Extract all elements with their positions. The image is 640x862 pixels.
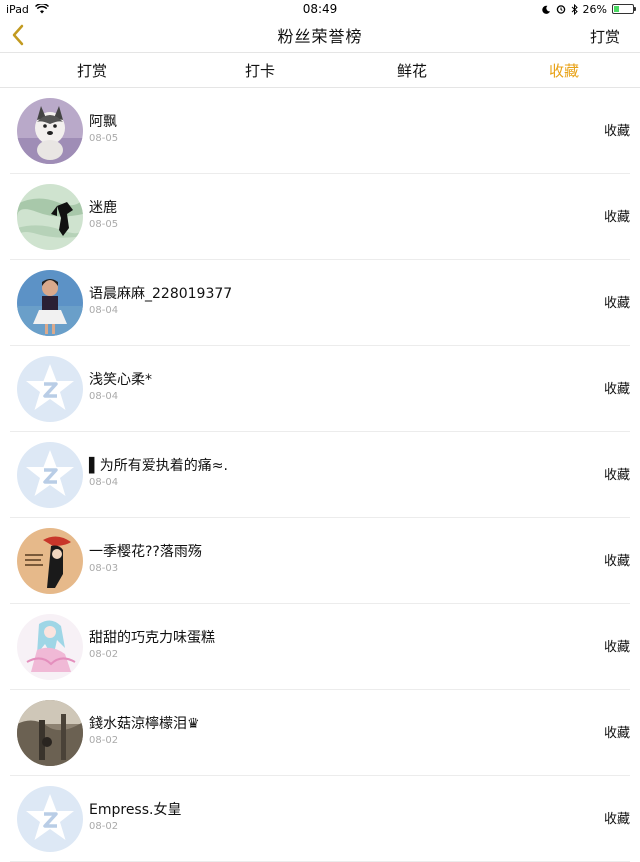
favorite-label: 收藏 xyxy=(603,296,630,311)
item-info: 浅笑心柔* 08-04 xyxy=(89,372,152,402)
list-item[interactable]: 迷鹿 08-05 收藏 xyxy=(10,174,630,260)
list-item[interactable]: 甜甜的巧克力味蛋糕 08-02 收藏 xyxy=(10,604,630,690)
avatar[interactable] xyxy=(17,183,83,250)
item-date: 08-05 xyxy=(89,219,119,230)
user-name: 阿飘 xyxy=(89,114,117,130)
item-info: Empress.女皇 08-02 xyxy=(89,802,181,832)
user-name: 迷鹿 xyxy=(89,200,117,216)
item-date: 08-02 xyxy=(89,821,119,832)
user-name: 錢水菇涼檸檬泪♛ xyxy=(89,716,200,732)
avatar[interactable] xyxy=(17,355,83,422)
tab-tip[interactable]: 打赏 xyxy=(0,60,184,81)
item-info: 阿飘 08-05 xyxy=(89,114,119,144)
item-info: 语晨麻麻_228019377 08-04 xyxy=(89,286,232,316)
item-date: 08-05 xyxy=(89,133,119,144)
default-z-avatar-icon xyxy=(17,355,83,422)
husky-dog-photo-icon xyxy=(17,97,83,164)
tab-bar: 打赏 打卡 鲜花 收藏 xyxy=(0,53,640,88)
nav-bar: 粉丝荣誉榜 打赏 xyxy=(0,18,640,53)
favorite-label: 收藏 xyxy=(603,210,630,225)
avatar[interactable] xyxy=(17,527,83,594)
user-name: 甜甜的巧克力味蛋糕 xyxy=(89,630,215,646)
item-date: 08-02 xyxy=(89,649,119,660)
fan-list: 阿飘 08-05 收藏 迷鹿 08-05 收藏 语晨麻麻_228019377 0… xyxy=(0,88,640,862)
item-info: 一季樱花??落雨殇 08-03 xyxy=(89,544,202,574)
red-hat-girl-photo-icon xyxy=(17,527,83,594)
favorite-label: 收藏 xyxy=(603,640,630,655)
user-name: 一季樱花??落雨殇 xyxy=(89,544,202,560)
list-item[interactable]: 一季樱花??落雨殇 08-03 收藏 xyxy=(10,518,630,604)
avatar[interactable] xyxy=(17,613,83,680)
favorite-label: 收藏 xyxy=(603,468,630,483)
item-date: 08-03 xyxy=(89,563,119,574)
user-name: 浅笑心柔* xyxy=(89,372,152,388)
battery-icon xyxy=(612,4,636,14)
tip-button[interactable]: 打赏 xyxy=(590,26,620,47)
ink-silhouette-photo-icon xyxy=(17,183,83,250)
back-button[interactable] xyxy=(8,22,28,48)
status-right: 26% xyxy=(541,2,636,16)
item-info: 甜甜的巧克力味蛋糕 08-02 xyxy=(89,630,215,660)
item-date: 08-04 xyxy=(89,391,119,402)
girl-photo-icon xyxy=(17,269,83,336)
forest-photo-icon xyxy=(17,699,83,766)
list-item[interactable]: 浅笑心柔* 08-04 收藏 xyxy=(10,346,630,432)
tab-flowers[interactable]: 鲜花 xyxy=(336,60,488,81)
item-info: ▌为所有爱执着的痛≈. 08-04 xyxy=(89,458,228,488)
user-name: 语晨麻麻_228019377 xyxy=(89,286,233,302)
user-name: ▌为所有爱执着的痛≈. xyxy=(89,458,228,474)
list-item[interactable]: ▌为所有爱执着的痛≈. 08-04 收藏 xyxy=(10,432,630,518)
tab-checkin[interactable]: 打卡 xyxy=(184,60,336,81)
default-z-avatar-icon xyxy=(17,441,83,508)
list-item[interactable]: 语晨麻麻_228019377 08-04 收藏 xyxy=(10,260,630,346)
moon-icon xyxy=(541,5,550,14)
item-date: 08-02 xyxy=(89,735,119,746)
default-z-avatar-icon xyxy=(17,785,83,852)
favorite-label: 收藏 xyxy=(603,812,630,827)
favorite-label: 收藏 xyxy=(603,726,630,741)
list-item[interactable]: 阿飘 08-05 收藏 xyxy=(10,88,630,174)
list-item[interactable]: Empress.女皇 08-02 收藏 xyxy=(10,776,630,862)
battery-level xyxy=(614,6,619,12)
favorite-label: 收藏 xyxy=(603,124,630,139)
item-date: 08-04 xyxy=(89,305,119,316)
avatar[interactable] xyxy=(17,269,83,336)
item-info: 迷鹿 08-05 xyxy=(89,200,119,230)
tab-favorites[interactable]: 收藏 xyxy=(488,60,640,81)
item-info: 錢水菇涼檸檬泪♛ 08-02 xyxy=(89,716,200,746)
avatar[interactable] xyxy=(17,785,83,852)
list-item[interactable]: 錢水菇涼檸檬泪♛ 08-02 收藏 xyxy=(10,690,630,776)
avatar[interactable] xyxy=(17,97,83,164)
chevron-left-icon xyxy=(12,24,24,46)
status-bar: iPad 08:49 26% xyxy=(0,0,640,18)
page-title: 粉丝荣誉榜 xyxy=(277,27,363,46)
favorite-label: 收藏 xyxy=(603,554,630,569)
avatar[interactable] xyxy=(17,441,83,508)
item-date: 08-04 xyxy=(89,477,119,488)
favorite-label: 收藏 xyxy=(603,382,630,397)
alarm-icon xyxy=(556,5,565,14)
user-name: Empress.女皇 xyxy=(89,802,182,818)
anime-girl-illustration-icon xyxy=(17,613,83,680)
battery-percent: 26% xyxy=(582,2,607,16)
bluetooth-icon xyxy=(571,3,578,15)
avatar[interactable] xyxy=(17,699,83,766)
